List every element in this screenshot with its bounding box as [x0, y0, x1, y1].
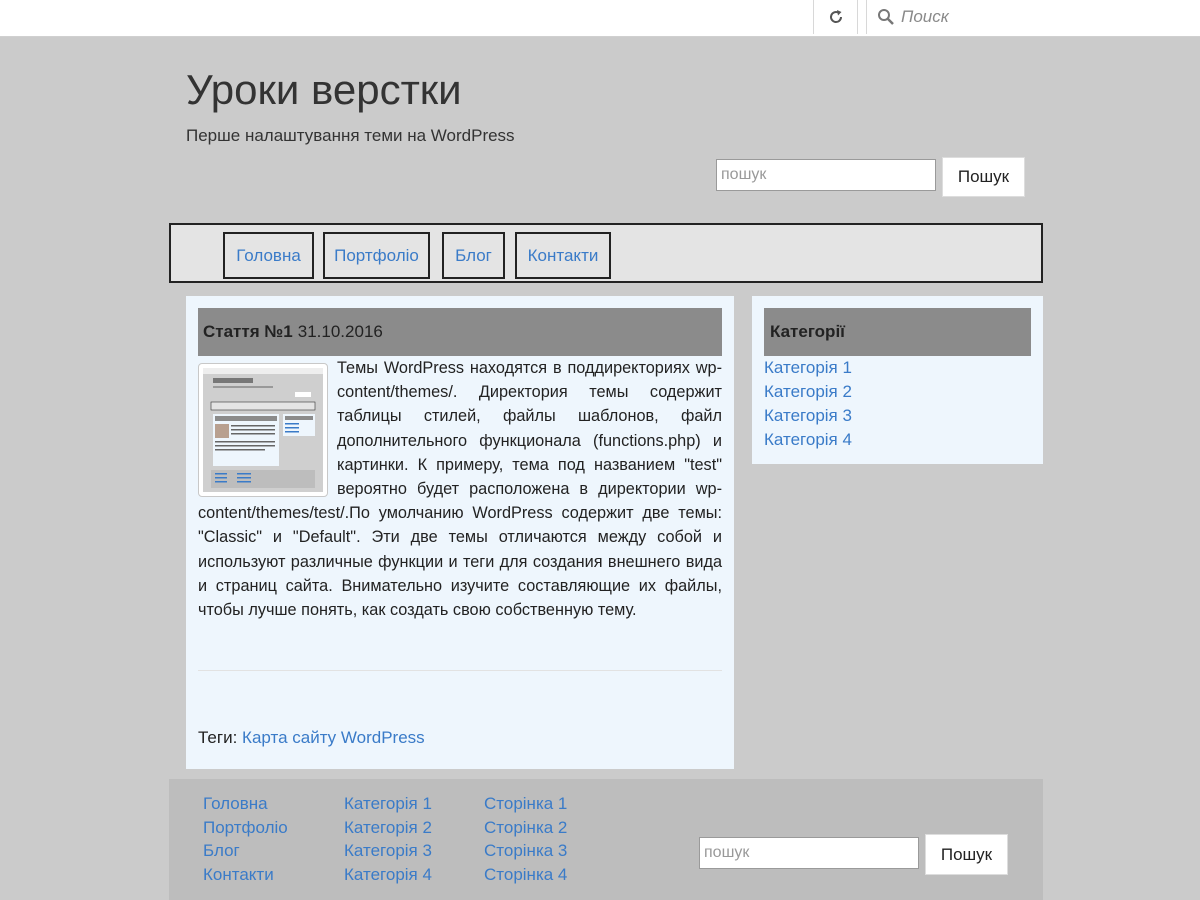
footer-link[interactable]: Контакти: [203, 863, 288, 887]
article-thumbnail[interactable]: [198, 363, 328, 497]
sidebar: Категорії Категорія 1 Категорія 2 Катего…: [752, 296, 1043, 464]
search-icon: [878, 9, 894, 25]
footer-link[interactable]: Портфоліо: [203, 816, 288, 840]
footer-link[interactable]: Сторінка 1: [484, 792, 567, 816]
browser-search-field[interactable]: Поиск: [866, 0, 1200, 34]
nav-item-home[interactable]: Головна: [223, 232, 314, 279]
reload-icon: [829, 10, 842, 23]
reload-button[interactable]: [813, 0, 858, 34]
browser-toolbar: Поиск: [0, 0, 1200, 37]
footer-link[interactable]: Сторінка 3: [484, 839, 567, 863]
footer-link[interactable]: Блог: [203, 839, 288, 863]
footer-search-input[interactable]: пошук: [699, 837, 919, 869]
tags-label: Теги:: [198, 728, 238, 747]
category-link[interactable]: Категорія 4: [764, 428, 852, 452]
footer-categories-menu: Категорія 1 Категорія 2 Категорія 3 Кате…: [344, 792, 432, 886]
site-description: Перше налаштування теми на WordPress: [186, 126, 515, 145]
footer-link[interactable]: Сторінка 4: [484, 863, 567, 887]
header-search-input[interactable]: пошук: [716, 159, 936, 191]
footer-link[interactable]: Головна: [203, 792, 288, 816]
article: Стаття №1 31.10.2016 Темы WordPress нахо…: [186, 296, 734, 769]
footer-link[interactable]: Категорія 1: [344, 792, 432, 816]
main-nav: Головна Портфоліо Блог Контакти: [169, 223, 1043, 283]
article-header: Стаття №1 31.10.2016: [198, 308, 722, 356]
nav-item-blog[interactable]: Блог: [442, 232, 505, 279]
footer-link[interactable]: Категорія 3: [344, 839, 432, 863]
category-link[interactable]: Категорія 1: [764, 356, 852, 380]
sidebar-title: Категорії: [764, 308, 1031, 356]
article-divider: [198, 670, 722, 671]
article-date: 31.10.2016: [297, 322, 383, 341]
footer-link[interactable]: Категорія 4: [344, 863, 432, 887]
article-tags: Теги: Карта сайту WordPress: [198, 728, 425, 748]
footer: Головна Портфоліо Блог Контакти Категорі…: [169, 779, 1043, 900]
nav-item-portfolio[interactable]: Портфоліо: [323, 232, 430, 279]
site-title: Уроки верстки: [186, 66, 462, 113]
footer-pages-menu: Головна Портфоліо Блог Контакти: [203, 792, 288, 886]
category-link[interactable]: Категорія 2: [764, 380, 852, 404]
footer-link[interactable]: Категорія 2: [344, 816, 432, 840]
header-search-button[interactable]: Пошук: [942, 157, 1025, 197]
thumbnail-image: [203, 368, 323, 492]
tag-link[interactable]: Карта сайту WordPress: [242, 728, 425, 747]
category-list: Категорія 1 Категорія 2 Категорія 3 Кате…: [764, 356, 852, 452]
article-title[interactable]: Стаття №1: [203, 322, 293, 342]
footer-pages-list: Сторінка 1 Сторінка 2 Сторінка 3 Сторінк…: [484, 792, 567, 886]
footer-search-button[interactable]: Пошук: [925, 834, 1008, 875]
article-body: Темы WordPress находятся в поддиректория…: [198, 356, 722, 622]
category-link[interactable]: Категорія 3: [764, 404, 852, 428]
nav-item-contacts[interactable]: Контакти: [515, 232, 611, 279]
browser-search-placeholder: Поиск: [901, 7, 949, 26]
footer-link[interactable]: Сторінка 2: [484, 816, 567, 840]
